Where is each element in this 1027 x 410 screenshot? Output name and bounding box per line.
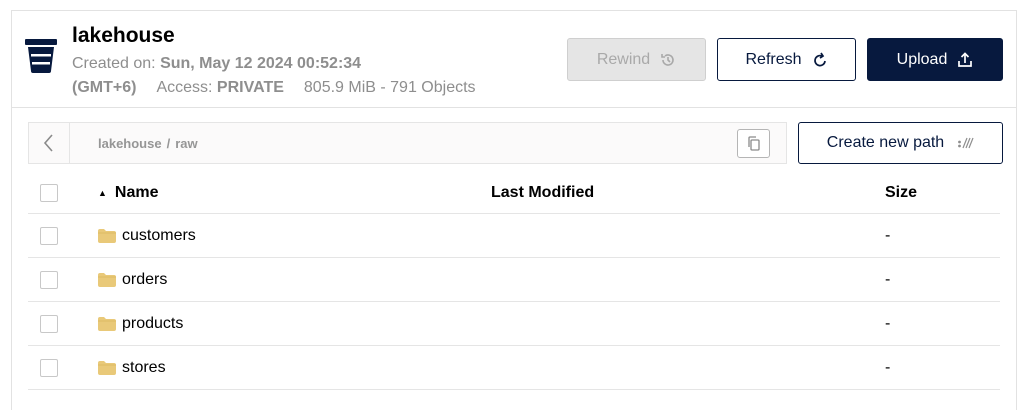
create-new-path-label: Create new path <box>826 134 945 151</box>
created-value: Sun, May 12 2024 00:52:34 <box>160 55 362 72</box>
row-name[interactable]: customers <box>98 227 196 245</box>
sort-asc-icon: ▲ <box>98 188 107 198</box>
row-name-label: orders <box>122 271 168 288</box>
new-path-icon <box>958 137 974 149</box>
created-info: Created on: Sun, May 12 2024 00:52:34 <box>72 55 361 73</box>
row-name-label: products <box>122 315 184 332</box>
breadcrumb-separator: / <box>166 136 171 151</box>
breadcrumb-item[interactable]: lakehouse <box>98 136 162 151</box>
row-size: - <box>885 271 891 288</box>
create-new-path-button[interactable]: Create new path <box>798 122 1003 164</box>
bucket-title: lakehouse <box>72 24 175 47</box>
row-name[interactable]: orders <box>98 271 167 289</box>
folder-icon <box>98 273 116 287</box>
bucket-icon <box>25 39 57 73</box>
row-size: - <box>885 359 891 376</box>
refresh-label: Refresh <box>745 50 802 68</box>
column-header-size[interactable]: Size <box>885 184 917 202</box>
created-label: Created on: <box>72 55 156 72</box>
chevron-left-icon <box>43 134 53 152</box>
row-checkbox[interactable] <box>40 315 58 333</box>
upload-icon <box>958 51 973 67</box>
copy-path-button[interactable] <box>737 129 770 158</box>
bucket-browser: lakehouse Created on: Sun, May 12 2024 0… <box>11 10 1017 410</box>
access-label: Access: <box>156 79 213 96</box>
bucket-meta: (GMT+6) Access: PRIVATE 805.9 MiB - 791 Ob… <box>72 79 476 97</box>
bucket-usage: 805.9 MiB - 791 Objects <box>303 79 476 96</box>
row-size: - <box>885 315 891 332</box>
timezone: (GMT+6) <box>72 79 137 96</box>
rewind-label: Rewind <box>596 50 651 68</box>
copy-icon <box>747 136 760 151</box>
row-name[interactable]: products <box>98 315 183 333</box>
table-row[interactable]: products - <box>28 302 1000 346</box>
history-icon <box>661 53 674 66</box>
refresh-icon <box>813 52 826 66</box>
column-header-modified[interactable]: Last Modified <box>491 184 594 202</box>
rewind-button[interactable]: Rewind <box>567 38 706 81</box>
table-row[interactable]: orders - <box>28 258 1000 302</box>
back-button[interactable] <box>29 123 70 163</box>
objects-table: ▲ Name Last Modified Size customers - or… <box>28 171 1000 390</box>
refresh-button[interactable]: Refresh <box>717 38 856 81</box>
access-value: PRIVATE <box>216 79 284 96</box>
folder-icon <box>98 361 116 375</box>
table-row[interactable]: customers - <box>28 214 1000 258</box>
row-checkbox[interactable] <box>40 271 58 289</box>
column-header-name-label: Name <box>114 184 159 201</box>
row-size: - <box>885 227 891 244</box>
upload-button[interactable]: Upload <box>867 38 1003 81</box>
row-name-label: customers <box>122 227 196 244</box>
row-checkbox[interactable] <box>40 227 58 245</box>
table-row[interactable]: stores - <box>28 346 1000 390</box>
bucket-header: lakehouse Created on: Sun, May 12 2024 0… <box>12 11 1016 108</box>
folder-icon <box>98 229 116 243</box>
select-all-checkbox[interactable] <box>40 184 58 202</box>
path-bar: lakehouse / raw <box>28 122 787 164</box>
row-checkbox[interactable] <box>40 359 58 377</box>
folder-icon <box>98 317 116 331</box>
row-name[interactable]: stores <box>98 359 166 377</box>
breadcrumb: lakehouse / raw <box>98 136 198 151</box>
upload-label: Upload <box>896 50 948 68</box>
column-header-name[interactable]: ▲ Name <box>98 184 159 202</box>
table-header-row: ▲ Name Last Modified Size <box>28 171 1000 214</box>
row-name-label: stores <box>122 359 166 376</box>
breadcrumb-item[interactable]: raw <box>175 136 197 151</box>
